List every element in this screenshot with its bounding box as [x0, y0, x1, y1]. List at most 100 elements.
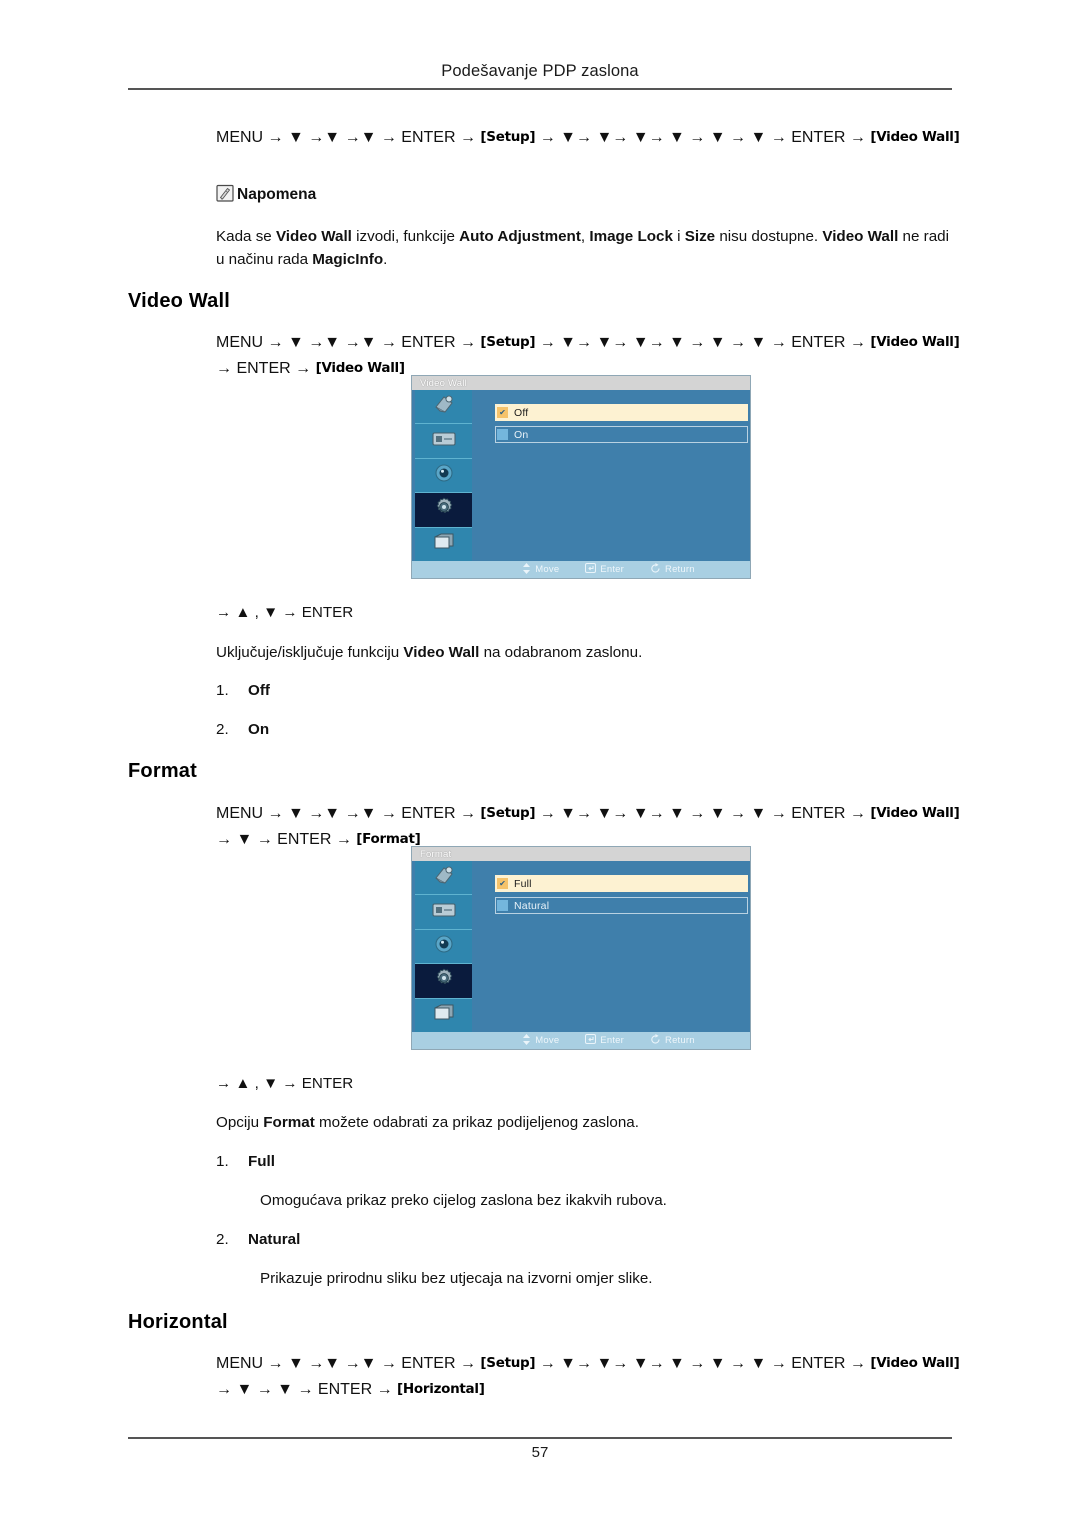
- section-title-format: Format: [128, 760, 197, 782]
- multi-display-icon: [431, 531, 457, 558]
- section-title-horizontal: Horizontal: [128, 1311, 228, 1333]
- osd-content: ✔ Full Natural: [472, 861, 750, 1032]
- video-wall-nav-hint: → ▲ , ▼ → ENTER: [216, 604, 354, 621]
- osd-footer-move: Move: [522, 1033, 560, 1048]
- picture-icon: [431, 393, 457, 420]
- header-divider: [128, 88, 952, 90]
- note-body: Kada se Video Wall izvodi, funkcije Auto…: [216, 226, 958, 271]
- list-value: On: [248, 721, 270, 738]
- video-wall-menu-path: MENU → ▼ →▼ →▼ → ENTER → [Setup] → ▼→ ▼→…: [216, 330, 976, 382]
- osd-option-row[interactable]: On: [495, 426, 748, 443]
- osd-sidebar-item-picture[interactable]: [415, 390, 472, 425]
- osd-option-row[interactable]: Natural: [495, 897, 748, 914]
- vw-path-setup-tag: [Setup]: [480, 334, 536, 350]
- osd-sidebar-item-setup[interactable]: [415, 493, 472, 528]
- vw-desc-bold: Video Wall: [403, 644, 480, 661]
- hz-path-after1: → ▼ → ▼ → ENTER →: [216, 1380, 393, 1398]
- hz-path-tag2: [Horizontal]: [397, 1380, 485, 1397]
- osd-footer-move: Move: [522, 562, 560, 577]
- note-bold-2: Auto Adjustment: [459, 228, 581, 245]
- note-bold-4: Size: [684, 228, 716, 245]
- list-item: 1. Off: [216, 682, 956, 699]
- osd-option-label: Natural: [514, 899, 550, 912]
- fmt-path-setup-tag: [Setup]: [480, 805, 536, 821]
- list-item-description: Prikazuje prirodnu sliku bez utjecaja na…: [260, 1270, 653, 1287]
- osd-sidebar-item-picture[interactable]: [415, 861, 472, 896]
- fmt-path-tag1: [Video Wall]: [870, 805, 960, 821]
- osd-option-row[interactable]: ✔ Full: [495, 875, 748, 892]
- note-text-5: nisu dostupne.: [715, 228, 823, 245]
- list-item: 2. Natural: [216, 1231, 956, 1248]
- vw-desc-2: na odabranom zaslonu.: [479, 644, 643, 661]
- intro-path-setup-tag: [Setup]: [480, 129, 536, 145]
- osd-sidebar-item-screen[interactable]: [415, 424, 472, 459]
- osd-sidebar: [415, 861, 472, 1033]
- sound-icon: [432, 461, 456, 490]
- osd-sidebar-item-multi-display[interactable]: [415, 527, 472, 562]
- osd-titlebar: Video Wall: [412, 376, 750, 390]
- format-nav-hint: → ▲ , ▼ → ENTER: [216, 1075, 354, 1092]
- osd-sidebar-item-multi-display[interactable]: [415, 998, 472, 1033]
- fmt-desc-1: Opciju: [216, 1114, 264, 1131]
- list-item-description: Omogućava prikaz preko cijelog zaslona b…: [260, 1192, 667, 1209]
- osd-title: Video Wall: [420, 377, 467, 389]
- osd-sidebar-item-setup[interactable]: [415, 964, 472, 999]
- video-wall-description: Uključuje/isključuje funkciju Video Wall…: [216, 642, 956, 665]
- osd-footer-label: Move: [535, 1035, 560, 1046]
- vw-path-line1: MENU → ▼ →▼ →▼ → ENTER →: [216, 334, 476, 351]
- return-icon: [650, 1033, 661, 1048]
- osd-footer-return: Return: [650, 562, 695, 577]
- note-title: Napomena: [237, 185, 317, 203]
- gear-icon: [432, 495, 456, 524]
- fmt-desc-bold: Format: [263, 1114, 315, 1131]
- list-index: 2.: [216, 1231, 229, 1248]
- intro-path-line2: → ▼→ ▼→ ▼→ ▼ → ▼ → ▼ → ENTER →: [539, 129, 866, 146]
- enter-icon: [585, 563, 597, 576]
- multi-display-icon: [431, 1002, 457, 1029]
- osd-title: Format: [420, 848, 452, 860]
- vw-path-mid: → ▼→ ▼→ ▼→ ▼ → ▼ → ▼ → ENTER →: [539, 334, 866, 351]
- checkbox-unchecked-icon: [497, 429, 508, 440]
- osd-sidebar-item-sound[interactable]: [415, 929, 472, 965]
- vw-path-after1: → ENTER →: [216, 359, 312, 377]
- fmt-path-mid: → ▼→ ▼→ ▼→ ▼ → ▼ → ▼ → ENTER →: [539, 805, 866, 822]
- osd-sidebar: [415, 390, 472, 562]
- osd-footer-bar: Move Enter Return: [412, 561, 750, 578]
- osd-footer-label: Return: [665, 1035, 695, 1046]
- note-pencil-icon: [216, 184, 235, 203]
- fmt-desc-2: možete odabrati za prikaz podijeljenog z…: [314, 1114, 639, 1131]
- fmt-path-line1: MENU → ▼ →▼ →▼ → ENTER →: [216, 805, 476, 822]
- list-index: 1.: [216, 682, 229, 699]
- hz-path-line1: MENU → ▼ →▼ →▼ → ENTER →: [216, 1355, 476, 1372]
- fmt-path-tag2: [Format]: [356, 830, 421, 847]
- osd-sidebar-item-screen[interactable]: [415, 895, 472, 930]
- osd-sidebar-item-sound[interactable]: [415, 458, 472, 494]
- vw-path-tag2: [Video Wall]: [315, 359, 405, 376]
- list-index: 2.: [216, 721, 229, 738]
- osd-footer-bar: Move Enter Return: [412, 1032, 750, 1049]
- note-bold-3: Image Lock: [589, 228, 673, 245]
- list-item: 1. Full: [216, 1153, 956, 1170]
- checkbox-unchecked-icon: [497, 900, 508, 911]
- osd-option-label: Off: [514, 406, 529, 419]
- osd-titlebar: Format: [412, 847, 750, 861]
- intro-path-line1: MENU → ▼ →▼ →▼ → ENTER →: [216, 129, 476, 146]
- hz-path-tag1: [Video Wall]: [870, 1355, 960, 1371]
- osd-footer-return: Return: [650, 1033, 695, 1048]
- note-text-4: i: [672, 228, 685, 245]
- osd-footer-enter: Enter: [585, 563, 624, 576]
- vw-path-tag1: [Video Wall]: [870, 334, 960, 350]
- osd-option-row[interactable]: ✔ Off: [495, 404, 748, 421]
- note-bold-6: MagicInfo: [312, 250, 384, 268]
- checkbox-checked-icon: ✔: [497, 407, 508, 418]
- sound-icon: [432, 932, 456, 961]
- format-menu-path: MENU → ▼ →▼ →▼ → ENTER → [Setup] → ▼→ ▼→…: [216, 801, 976, 853]
- intro-path-videowall-tag: [Video Wall]: [870, 129, 960, 145]
- osd-footer-label: Enter: [600, 564, 625, 575]
- osd-footer-label: Move: [535, 564, 560, 575]
- intro-menu-path: MENU → ▼ →▼ →▼ → ENTER → [Setup] → ▼→ ▼→…: [216, 125, 976, 151]
- osd-footer-enter: Enter: [585, 1034, 624, 1047]
- screen-icon: [430, 429, 458, 454]
- osd-option-label: Full: [514, 877, 532, 890]
- osd-footer-label: Return: [665, 564, 695, 575]
